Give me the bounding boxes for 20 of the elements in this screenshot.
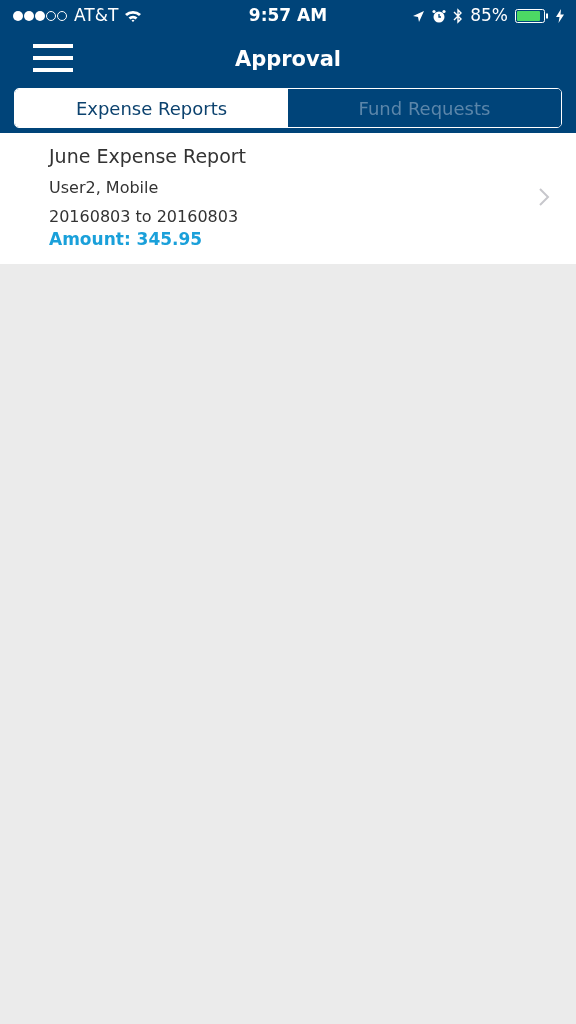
alarm-clock-icon: [432, 9, 447, 23]
bluetooth-icon: [453, 8, 464, 24]
carrier-name: AT&T: [74, 4, 119, 28]
signal-icon: [12, 10, 68, 22]
battery-icon: [515, 9, 549, 23]
wifi-icon: [124, 9, 143, 23]
battery-percentage: 85%: [470, 4, 508, 28]
location-arrow-icon: [412, 9, 426, 23]
charging-bolt-icon: [556, 9, 564, 23]
report-row[interactable]: June Expense Report User2, Mobile 20160803 to 20160803 Amount: 345.95: [0, 133, 576, 264]
report-period: 20160803 to 20160803: [49, 206, 240, 228]
report-amount: Amount: 345.95: [49, 228, 204, 250]
report-submitter: User2, Mobile: [49, 177, 160, 199]
report-title: June Expense Report: [49, 144, 248, 169]
clock-time: 9:57 AM: [248, 4, 328, 28]
screen-title: Approval: [234, 46, 342, 74]
segment-tab[interactable]: Expense Reports: [15, 89, 288, 127]
menu-icon: [33, 44, 73, 72]
chevron-right-icon: [538, 186, 550, 207]
menu-button[interactable]: [33, 43, 73, 73]
